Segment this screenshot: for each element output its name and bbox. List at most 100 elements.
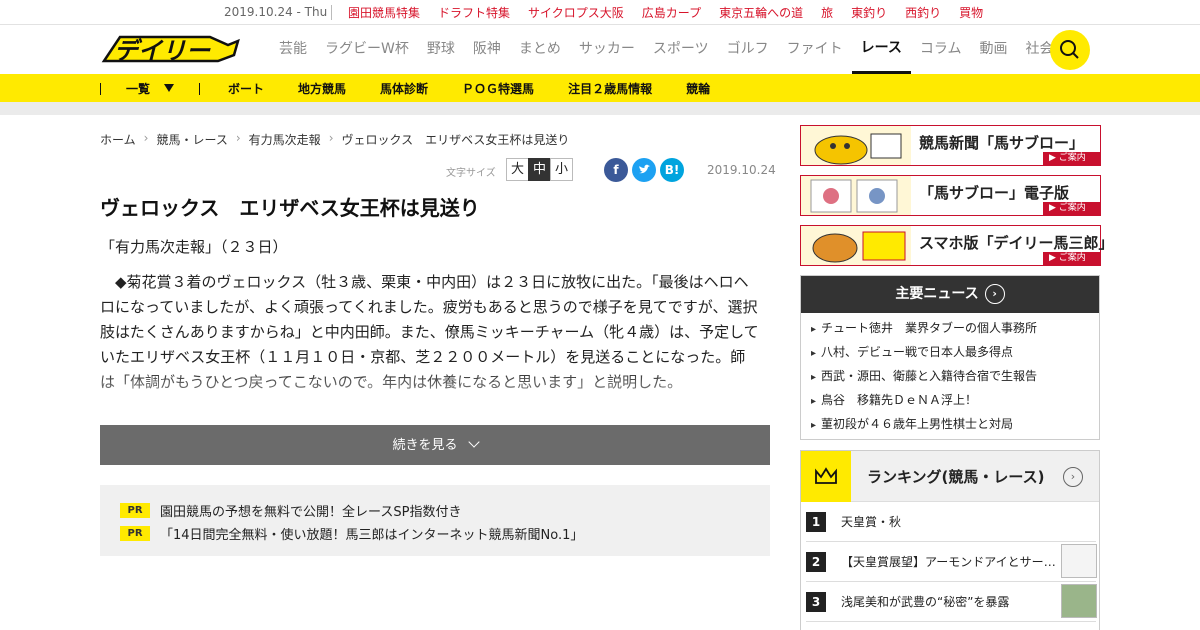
nav-soccer[interactable]: サッカー [570,25,644,74]
hatena-bookmark-icon[interactable]: B! [660,158,684,182]
crown-icon [801,451,851,502]
feature-link-shopping[interactable]: 買物 [959,4,983,21]
breadcrumb-next-race[interactable]: 有力馬次走報 [249,131,321,148]
list-menu-toggle[interactable]: 一覧 [126,80,150,97]
nav-golf[interactable]: ゴルフ [718,25,778,74]
feature-link-travel[interactable]: 旅 [821,4,833,21]
ranking-panel: ランキング(競馬・レース) › 1 天皇賞・秋 2 【天皇賞展望】アーモンドアイ… [800,450,1100,630]
pr-link[interactable]: 園田競馬の予想を無料で公開！全レースSP指数付き [160,501,461,520]
mascot-image [801,126,911,165]
feature-link-sonoda[interactable]: 園田競馬特集 [348,4,420,21]
news-item[interactable]: 西武・源田、衛藤と入籍待合宿で生報告 [811,367,1099,391]
feature-link-east-fishing[interactable]: 東釣り [851,4,887,21]
sub-nav-items: ボート 地方競馬 馬体診断 ＰＯＧ特選馬 注目２歳馬情報 競輪 [228,80,744,97]
banner-uma-saburo-paper[interactable]: 競馬新聞「馬サブロー」 ▶ ご案内 [800,125,1101,166]
rank-number: 2 [806,552,826,572]
feature-link-carp[interactable]: 広島カープ [642,4,701,21]
search-icon [1060,40,1079,59]
banner-cta: ▶ ご案内 [1043,152,1100,165]
twitter-share-icon[interactable] [632,158,656,182]
news-item[interactable]: チュート徳井 業界タブーの個人事務所 [811,319,1099,343]
subnav-pog[interactable]: ＰＯＧ特選馬 [462,80,534,97]
mascot-image [801,226,911,265]
subnav-local-keiba[interactable]: 地方競馬 [298,80,346,97]
search-button[interactable] [1050,30,1090,70]
daily-logo[interactable]: デイリー [100,31,240,67]
breadcrumb-current: ヴェロックス エリザベス女王杯は見送り [341,133,570,147]
global-nav: 芸能 ラグビーW杯 野球 阪神 まとめ サッカー スポーツ ゴルフ ファイト レ… [270,25,1062,74]
read-more-label: 続きを見る [392,437,458,452]
subnav-2yo[interactable]: 注目２歳馬情報 [568,80,652,97]
caret-down-icon[interactable] [164,84,174,92]
nav-column[interactable]: コラム [911,25,971,74]
thumbnail-image [1061,544,1097,578]
nav-entertainment[interactable]: 芸能 [270,25,316,74]
font-size-medium[interactable]: 中 [528,158,551,181]
ranking-item[interactable]: 3 浅尾美和が武豊の“秘密”を暴露 [806,582,1097,622]
nav-sports[interactable]: スポーツ [644,25,718,74]
nav-fight[interactable]: ファイト [778,25,852,74]
nav-race[interactable]: レース [851,25,911,74]
subnav-boat[interactable]: ボート [228,80,264,97]
rank-title: 天皇賞・秋 [841,515,902,529]
newspaper-image [801,176,911,215]
ranking-heading[interactable]: ランキング(競馬・レース) › [801,451,1099,502]
font-size-large[interactable]: 大 [506,158,529,181]
site-header: デイリー 芸能 ラグビーW杯 野球 阪神 まとめ サッカー スポーツ ゴルフ フ… [0,25,1200,74]
read-more-button[interactable]: 続きを見る [100,425,770,465]
chevron-right-icon: › [328,131,334,145]
divider [331,5,332,20]
current-date: 2019.10.24 - Thu [224,5,328,19]
banner-cta: ▶ ご案内 [1043,202,1100,215]
pr-badge: PR [120,503,150,518]
article-title: ヴェロックス エリザベス女王杯は見送り [100,196,480,220]
ranking-item[interactable]: 2 【天皇賞展望】アーモンドアイとサートゥルナーリア [806,542,1097,582]
ranking-item[interactable]: 1 天皇賞・秋 [806,502,1096,542]
font-size-selector: 大 中 小 [506,158,573,181]
divider [100,83,101,95]
pr-badge: PR [120,526,150,541]
breadcrumb-race[interactable]: 競馬・レース [156,131,227,148]
subnav-keirin[interactable]: 競輪 [686,80,710,97]
twitter-bird-icon [639,164,650,174]
rank-title: 【天皇賞展望】アーモンドアイとサートゥルナーリア [841,555,1056,569]
pr-link[interactable]: 「14日間完全無料・使い放題！馬三郎はインターネット競馬新聞No.1」 [160,524,583,543]
chevron-right-icon: › [1063,467,1083,487]
pr-item: PR 「14日間完全無料・使い放題！馬三郎はインターネット競馬新聞No.1」 [120,524,583,543]
rank-number: 3 [806,592,826,612]
news-item[interactable]: 菫初段が４６歳年上男性棋士と対局 [811,415,1099,439]
subnav-body-check[interactable]: 馬体診断 [380,80,428,97]
main-news-heading[interactable]: 主要ニュース › [801,276,1099,313]
news-item[interactable]: 鳥谷 移籍先ＤｅＮＡ浮上！ [811,391,1099,415]
nav-video[interactable]: 動画 [970,25,1016,74]
news-item[interactable]: 八村、デビュー戦で日本人最多得点 [811,343,1099,367]
nav-baseball[interactable]: 野球 [418,25,464,74]
banner-title: 競馬新聞「馬サブロー」 [919,134,1085,152]
feature-link-olympics[interactable]: 東京五輪への道 [719,4,803,21]
font-size-label: 文字サイズ [446,168,496,179]
main-news-panel: 主要ニュース › チュート徳井 業界タブーの個人事務所 八村、デビュー戦で日本人最… [800,275,1100,440]
breadcrumb-home[interactable]: ホーム [100,131,136,148]
nav-hanshin[interactable]: 阪神 [464,25,510,74]
banner-smartphone-umasaburo[interactable]: スマホ版「デイリー馬三郎」 ▶ ご案内 [800,225,1114,266]
chevron-right-icon: › [984,284,1005,304]
facebook-share-icon[interactable]: f [604,158,628,182]
chevron-right-icon: › [235,131,241,145]
rank-number: 1 [806,512,826,532]
feature-link-west-fishing[interactable]: 西釣り [905,4,941,21]
publish-date: 2019.10.24 [707,163,776,177]
banner-uma-saburo-digital[interactable]: 「馬サブロー」電子版 ▶ ご案内 [800,175,1101,216]
sub-nav: 一覧 ボート 地方競馬 馬体診断 ＰＯＧ特選馬 注目２歳馬情報 競輪 [0,74,1200,102]
spacer [0,102,1200,115]
nav-rugby[interactable]: ラグビーW杯 [316,25,418,74]
banner-title: 「馬サブロー」電子版 [919,184,1070,202]
nav-matome[interactable]: まとめ [510,25,570,74]
feature-link-cyclops[interactable]: サイクロプス大阪 [528,4,624,21]
font-size-small[interactable]: 小 [550,158,573,181]
pr-box: PR 園田競馬の予想を無料で公開！全レースSP指数付き PR 「14日間完全無料… [100,485,770,556]
rank-title: 浅尾美和が武豊の“秘密”を暴露 [841,595,1010,609]
banner-title: スマホ版「デイリー馬三郎」 [919,234,1114,252]
main-news-title: 主要ニュース [895,286,979,302]
feature-link-draft[interactable]: ドラフト特集 [438,4,510,21]
feature-links: 園田競馬特集 ドラフト特集 サイクロプス大阪 広島カープ 東京五輪への道 旅 東… [348,4,1001,21]
